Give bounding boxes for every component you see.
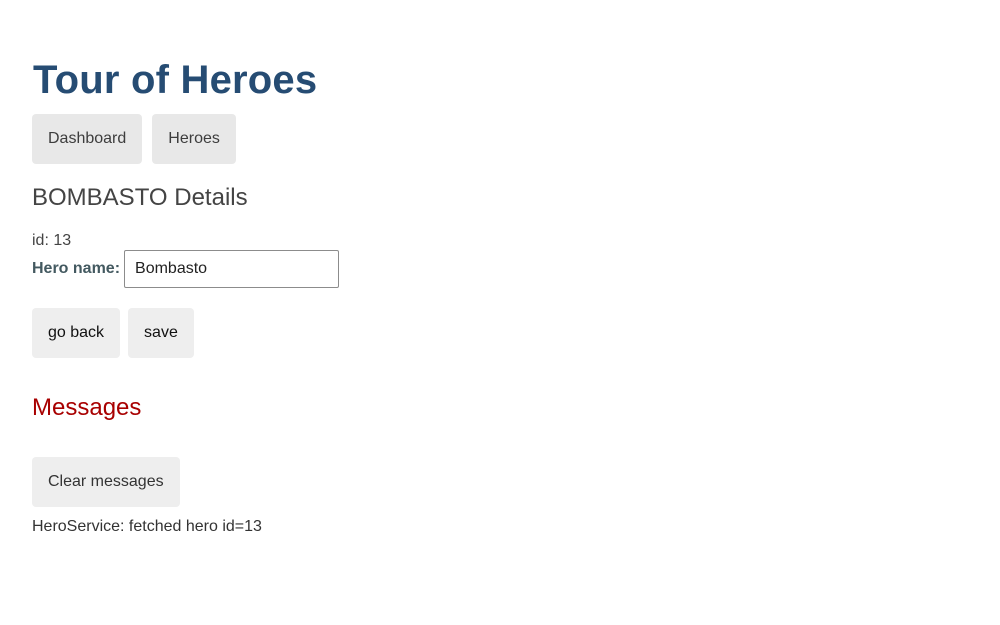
hero-id-text: id: 13 xyxy=(32,232,72,249)
messages-title: Messages xyxy=(32,394,142,421)
hero-name-input[interactable] xyxy=(124,250,340,288)
hero-actions: go back save xyxy=(32,308,194,358)
nav-heroes-link[interactable]: Heroes xyxy=(152,114,236,164)
hero-name-row: Hero name: xyxy=(32,250,340,288)
hero-details-title: BOMBASTO Details xyxy=(32,184,248,211)
message-item: HeroService: fetched hero id=13 xyxy=(32,518,262,535)
save-button[interactable]: save xyxy=(128,308,194,358)
nav-dashboard-link[interactable]: Dashboard xyxy=(32,114,143,164)
clear-messages-button[interactable]: Clear messages xyxy=(32,457,180,507)
app-title: Tour of Heroes xyxy=(33,58,318,102)
hero-name-label: Hero name: xyxy=(32,260,121,277)
main-nav: Dashboard Heroes xyxy=(32,114,236,164)
go-back-button[interactable]: go back xyxy=(32,308,121,358)
